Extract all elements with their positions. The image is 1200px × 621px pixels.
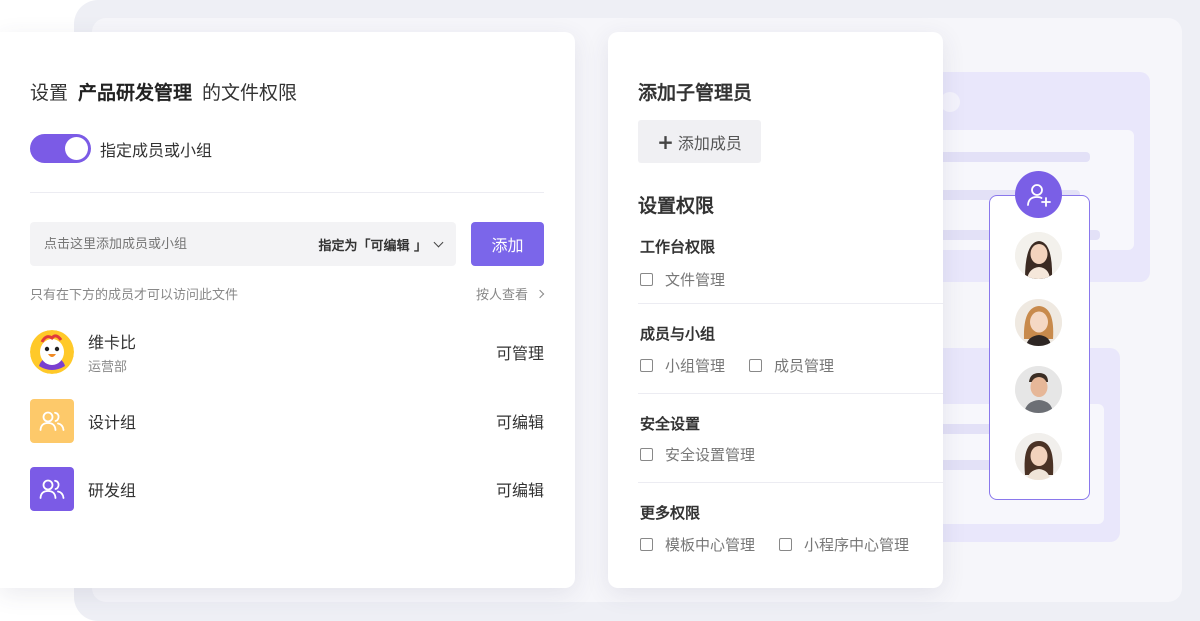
title-prefix: 设置 [30, 82, 69, 104]
page-title: 设置 产品研发管理 的文件权限 [30, 78, 297, 105]
checkbox-template-manage[interactable]: 模板中心管理 [640, 534, 755, 555]
add-member-button[interactable]: + 添加成员 [638, 120, 761, 163]
option-label: 模板中心管理 [665, 536, 756, 554]
admin-avatar[interactable] [1015, 433, 1062, 480]
decor-line [930, 152, 1090, 162]
checkbox-member-manage[interactable]: 成员管理 [749, 355, 834, 376]
group-icon [30, 399, 74, 443]
plus-icon: + [657, 129, 674, 154]
title-project-name: 产品研发管理 [78, 82, 193, 104]
member-row[interactable]: 设计组 可编辑 [30, 399, 544, 443]
divider [30, 192, 544, 193]
checkbox-group-manage[interactable]: 小组管理 [640, 355, 725, 376]
add-member-bar: 指定为「可编辑 」 [30, 222, 456, 266]
decor-dot [940, 92, 960, 112]
file-permission-card: 设置产品研发管理的文件权限 指定成员或小组 指定为「可编辑 」 添加 只有在下方… [0, 32, 575, 588]
access-hint: 只有在下方的成员才可以访问此文件 [30, 288, 239, 303]
title-suffix: 的文件权限 [202, 82, 298, 104]
add-member-label: 添加成员 [677, 133, 742, 153]
divider [638, 482, 943, 483]
add-button[interactable]: 添加 [471, 222, 544, 266]
permission-options: 模板中心管理 小程序中心管理 [640, 534, 933, 555]
member-name: 维卡比 [88, 333, 137, 352]
checkbox-miniprogram-manage[interactable]: 小程序中心管理 [779, 534, 909, 555]
permission-options: 安全设置管理 [640, 444, 779, 465]
member-row[interactable]: 研发组 可编辑 [30, 467, 544, 511]
toggle-row: 指定成员或小组 [30, 134, 212, 163]
view-by-person-link[interactable]: 按人查看 [475, 284, 545, 303]
view-by-person-label: 按人查看 [475, 288, 528, 303]
permission-select-label: 指定为「可编辑 」 [318, 238, 427, 254]
group-icon [30, 467, 74, 511]
option-label: 安全设置管理 [665, 446, 756, 464]
admin-avatar[interactable] [1015, 366, 1062, 413]
option-label: 小程序中心管理 [804, 536, 910, 554]
permission-group-title: 更多权限 [640, 504, 701, 522]
checkbox-icon [640, 359, 653, 372]
toggle-knob [65, 137, 88, 160]
permission-options: 文件管理 [640, 269, 749, 290]
member-permission[interactable]: 可编辑 [496, 477, 544, 501]
user-add-icon [1026, 183, 1051, 207]
sub-admin-title: 添加子管理员 [638, 82, 753, 104]
chevron-down-icon [433, 237, 444, 247]
permission-group-title: 安全设置 [640, 415, 701, 433]
sub-admin-card: 添加子管理员 + 添加成员 设置权限 工作台权限 文件管理 成员与小组 小组管理… [608, 32, 943, 588]
admin-avatar[interactable] [1015, 232, 1062, 279]
chevron-right-icon [535, 289, 545, 298]
checkbox-icon [640, 538, 653, 551]
option-label: 文件管理 [665, 271, 726, 289]
divider [638, 393, 943, 394]
specify-member-toggle[interactable] [30, 134, 91, 163]
checkbox-icon [779, 538, 793, 551]
permission-group-title: 成员与小组 [640, 325, 716, 343]
checkbox-security-manage[interactable]: 安全设置管理 [640, 444, 755, 465]
member-name: 研发组 [88, 481, 137, 500]
checkbox-icon [640, 448, 653, 461]
option-label: 小组管理 [665, 357, 726, 375]
member-name: 设计组 [88, 413, 137, 432]
member-permission[interactable]: 可编辑 [496, 409, 544, 433]
toggle-label: 指定成员或小组 [100, 140, 213, 160]
permission-options: 小组管理 成员管理 [640, 355, 858, 376]
checkbox-file-manage[interactable]: 文件管理 [640, 269, 725, 290]
permission-group-title: 工作台权限 [640, 238, 716, 256]
option-label: 成员管理 [774, 357, 835, 375]
member-row[interactable]: 维卡比 运营部 可管理 [30, 330, 544, 375]
member-permission[interactable]: 可管理 [496, 340, 544, 364]
checkbox-icon [640, 273, 653, 286]
checkbox-icon [749, 359, 763, 372]
chick-avatar [30, 330, 74, 374]
permission-title: 设置权限 [638, 195, 715, 217]
add-admin-button[interactable] [1015, 171, 1062, 218]
admin-avatar[interactable] [1015, 299, 1062, 346]
add-member-input[interactable] [44, 236, 319, 252]
member-dept: 运营部 [88, 360, 128, 375]
divider [638, 303, 943, 304]
permission-select[interactable]: 指定为「可编辑 」 [318, 235, 444, 254]
